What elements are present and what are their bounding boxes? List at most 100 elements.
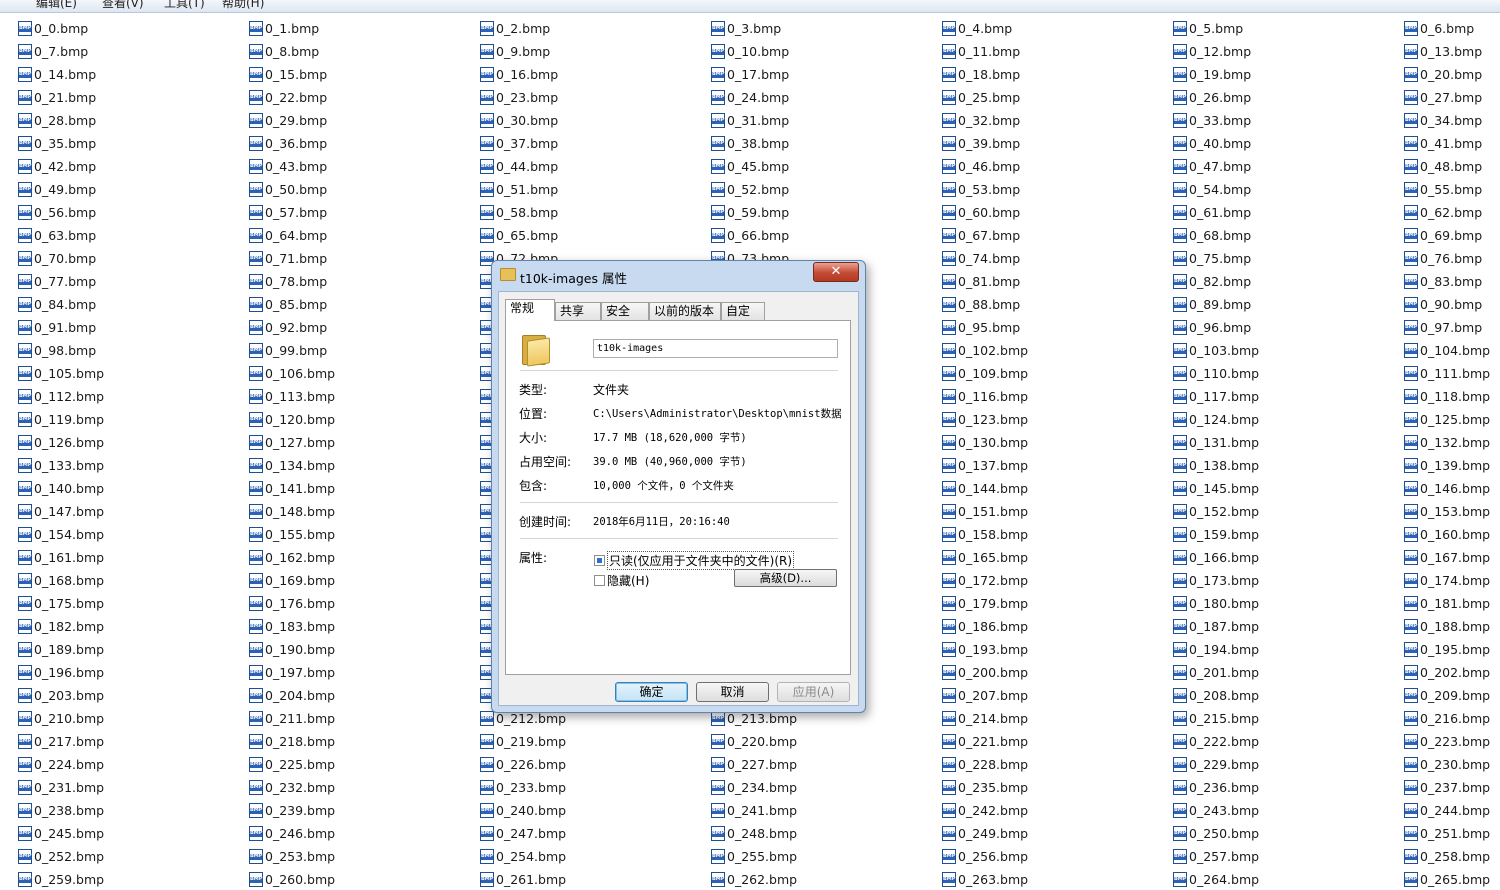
file-item[interactable]: 0_65.bmp <box>480 224 700 246</box>
file-item[interactable]: 0_236.bmp <box>1173 776 1393 798</box>
file-item[interactable]: 0_56.bmp <box>18 201 238 223</box>
file-item[interactable]: 0_17.bmp <box>711 63 931 85</box>
file-item[interactable]: 0_159.bmp <box>1173 523 1393 545</box>
file-item[interactable]: 0_254.bmp <box>480 845 700 867</box>
file-item[interactable]: 0_88.bmp <box>942 293 1162 315</box>
file-item[interactable]: 0_112.bmp <box>18 385 238 407</box>
file-item[interactable]: 0_19.bmp <box>1173 63 1393 85</box>
file-item[interactable]: 0_33.bmp <box>1173 109 1393 131</box>
file-item[interactable]: 0_237.bmp <box>1404 776 1500 798</box>
file-item[interactable]: 0_174.bmp <box>1404 569 1500 591</box>
file-item[interactable]: 0_47.bmp <box>1173 155 1393 177</box>
menu-view[interactable]: 查看(V) <box>102 0 144 11</box>
dialog-titlebar[interactable]: t10k-images 属性 ✕ <box>492 261 865 289</box>
file-item[interactable]: 0_195.bmp <box>1404 638 1500 660</box>
file-item[interactable]: 0_116.bmp <box>942 385 1162 407</box>
file-item[interactable]: 0_243.bmp <box>1173 799 1393 821</box>
file-item[interactable]: 0_197.bmp <box>249 661 469 683</box>
file-item[interactable]: 0_30.bmp <box>480 109 700 131</box>
file-item[interactable]: 0_102.bmp <box>942 339 1162 361</box>
file-item[interactable]: 0_214.bmp <box>942 707 1162 729</box>
file-item[interactable]: 0_77.bmp <box>18 270 238 292</box>
file-item[interactable]: 0_18.bmp <box>942 63 1162 85</box>
file-item[interactable]: 0_253.bmp <box>249 845 469 867</box>
file-item[interactable]: 0_235.bmp <box>942 776 1162 798</box>
file-item[interactable]: 0_22.bmp <box>249 86 469 108</box>
file-item[interactable]: 0_230.bmp <box>1404 753 1500 775</box>
file-item[interactable]: 0_256.bmp <box>942 845 1162 867</box>
file-item[interactable]: 0_130.bmp <box>942 431 1162 453</box>
file-item[interactable]: 0_246.bmp <box>249 822 469 844</box>
file-item[interactable]: 0_259.bmp <box>18 868 238 890</box>
file-item[interactable]: 0_168.bmp <box>18 569 238 591</box>
file-item[interactable]: 0_145.bmp <box>1173 477 1393 499</box>
file-item[interactable]: 0_16.bmp <box>480 63 700 85</box>
file-item[interactable]: 0_40.bmp <box>1173 132 1393 154</box>
file-item[interactable]: 0_148.bmp <box>249 500 469 522</box>
file-item[interactable]: 0_63.bmp <box>18 224 238 246</box>
file-item[interactable]: 0_139.bmp <box>1404 454 1500 476</box>
file-item[interactable]: 0_210.bmp <box>18 707 238 729</box>
file-item[interactable]: 0_7.bmp <box>18 40 238 62</box>
file-item[interactable]: 0_215.bmp <box>1173 707 1393 729</box>
file-item[interactable]: 0_155.bmp <box>249 523 469 545</box>
file-item[interactable]: 0_48.bmp <box>1404 155 1500 177</box>
file-item[interactable]: 0_51.bmp <box>480 178 700 200</box>
file-item[interactable]: 0_68.bmp <box>1173 224 1393 246</box>
file-item[interactable]: 0_140.bmp <box>18 477 238 499</box>
file-item[interactable]: 0_109.bmp <box>942 362 1162 384</box>
file-item[interactable]: 0_9.bmp <box>480 40 700 62</box>
file-item[interactable]: 0_89.bmp <box>1173 293 1393 315</box>
file-item[interactable]: 0_189.bmp <box>18 638 238 660</box>
file-item[interactable]: 0_190.bmp <box>249 638 469 660</box>
file-item[interactable]: 0_226.bmp <box>480 753 700 775</box>
file-item[interactable]: 0_95.bmp <box>942 316 1162 338</box>
file-item[interactable]: 0_179.bmp <box>942 592 1162 614</box>
file-item[interactable]: 0_207.bmp <box>942 684 1162 706</box>
file-item[interactable]: 0_49.bmp <box>18 178 238 200</box>
file-item[interactable]: 0_124.bmp <box>1173 408 1393 430</box>
file-item[interactable]: 0_161.bmp <box>18 546 238 568</box>
file-item[interactable]: 0_28.bmp <box>18 109 238 131</box>
tab-general[interactable]: 常规 <box>505 299 555 321</box>
file-item[interactable]: 0_232.bmp <box>249 776 469 798</box>
file-item[interactable]: 0_202.bmp <box>1404 661 1500 683</box>
file-item[interactable]: 0_26.bmp <box>1173 86 1393 108</box>
file-item[interactable]: 0_242.bmp <box>942 799 1162 821</box>
file-item[interactable]: 0_153.bmp <box>1404 500 1500 522</box>
file-item[interactable]: 0_158.bmp <box>942 523 1162 545</box>
tab-customize[interactable]: 自定义 <box>721 302 765 335</box>
hidden-checkbox[interactable]: 隐藏(H) <box>594 572 649 589</box>
file-item[interactable]: 0_113.bmp <box>249 385 469 407</box>
tab-previous-versions[interactable]: 以前的版本 <box>649 302 721 320</box>
file-item[interactable]: 0_92.bmp <box>249 316 469 338</box>
file-item[interactable]: 0_260.bmp <box>249 868 469 890</box>
menu-help[interactable]: 帮助(H) <box>222 0 264 11</box>
file-item[interactable]: 0_265.bmp <box>1404 868 1500 890</box>
file-item[interactable]: 0_29.bmp <box>249 109 469 131</box>
file-item[interactable]: 0_52.bmp <box>711 178 931 200</box>
file-item[interactable]: 0_32.bmp <box>942 109 1162 131</box>
file-item[interactable]: 0_138.bmp <box>1173 454 1393 476</box>
file-item[interactable]: 0_257.bmp <box>1173 845 1393 867</box>
file-item[interactable]: 0_137.bmp <box>942 454 1162 476</box>
file-item[interactable]: 0_255.bmp <box>711 845 931 867</box>
ok-button[interactable]: 确定 <box>615 682 688 702</box>
file-item[interactable]: 0_58.bmp <box>480 201 700 223</box>
file-item[interactable]: 0_59.bmp <box>711 201 931 223</box>
file-item[interactable]: 0_67.bmp <box>942 224 1162 246</box>
file-item[interactable]: 0_229.bmp <box>1173 753 1393 775</box>
file-item[interactable]: 0_160.bmp <box>1404 523 1500 545</box>
file-item[interactable]: 0_75.bmp <box>1173 247 1393 269</box>
readonly-checkbox[interactable]: 只读(仅应用于文件夹中的文件)(R) <box>594 551 795 570</box>
file-item[interactable]: 0_5.bmp <box>1173 17 1393 39</box>
file-item[interactable]: 0_218.bmp <box>249 730 469 752</box>
file-item[interactable]: 0_81.bmp <box>942 270 1162 292</box>
file-item[interactable]: 0_44.bmp <box>480 155 700 177</box>
file-item[interactable]: 0_188.bmp <box>1404 615 1500 637</box>
menu-tools[interactable]: 工具(T) <box>164 0 205 11</box>
file-item[interactable]: 0_193.bmp <box>942 638 1162 660</box>
file-item[interactable]: 0_180.bmp <box>1173 592 1393 614</box>
file-item[interactable]: 0_98.bmp <box>18 339 238 361</box>
file-item[interactable]: 0_203.bmp <box>18 684 238 706</box>
